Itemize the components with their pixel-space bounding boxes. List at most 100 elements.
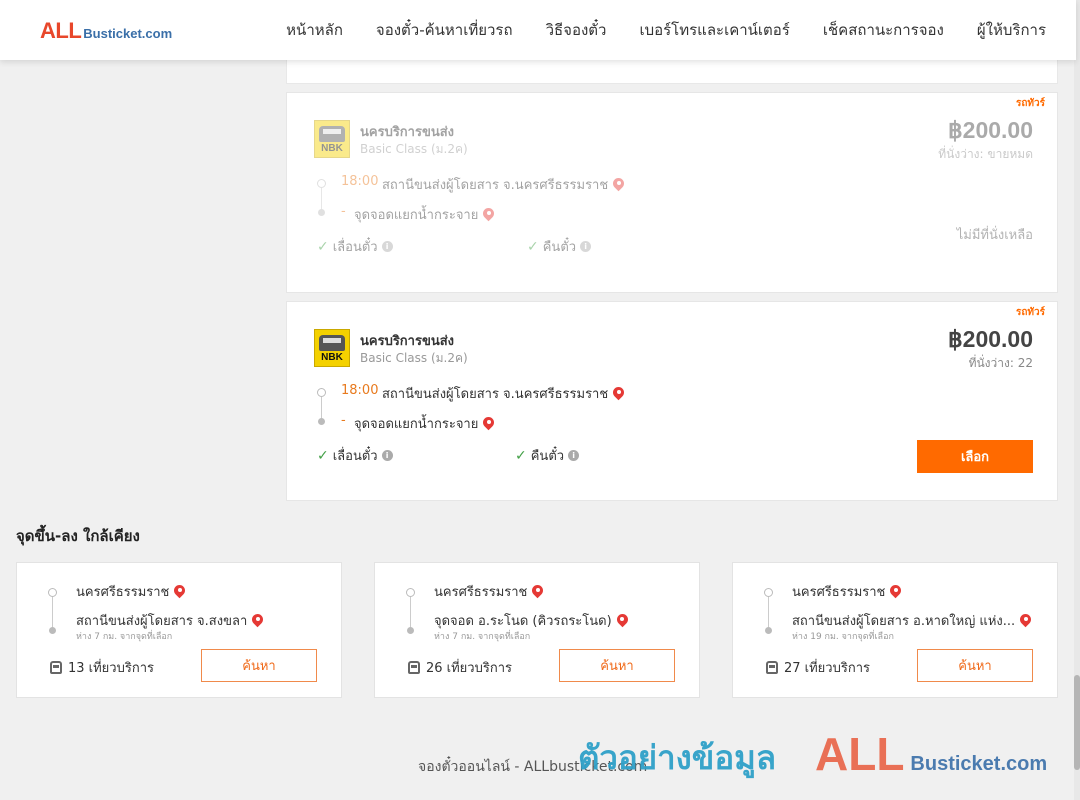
nearby-trip-count: 26 เที่ยวบริการ [408,657,512,678]
bus-type-tag: รถทัวร์ [1015,307,1045,318]
trip-count-label: 26 เที่ยวบริการ [426,661,512,676]
departure-station-name: สถานีขนส่งผู้โดยสาร จ.นครศรีธรรมราช [382,178,609,193]
info-icon[interactable]: i [568,450,580,461]
nearby-to: สถานีขนส่งผู้โดยสาร อ.หาดใหญ่ แห่ง... [792,610,1031,631]
nearby-distance: ห่าง 7 กม. จากจุดที่เลือก [76,632,173,642]
map-pin-icon[interactable] [613,387,624,401]
departure-station-name: สถานีขนส่งผู้โดยสาร จ.นครศรีธรรมราช [382,387,609,402]
feature-change-ticket: ✓ เลื่อนตั๋ว i [317,236,393,257]
info-icon[interactable]: i [381,450,393,461]
feature-label: คืนตั๋ว [542,240,577,255]
feature-refund-ticket: ✓ คืนตั๋ว i [527,236,592,257]
bus-class: Basic Class (ม.2ค) [360,351,468,365]
nearby-search-button[interactable]: ค้นหา [559,649,675,682]
arrival-time: - [341,413,346,428]
timeline-line [52,597,53,629]
nearby-search-button[interactable]: ค้นหา [917,649,1033,682]
map-pin-icon[interactable] [483,208,494,222]
timeline-start-dot [764,588,773,597]
feature-label: เลื่อนตั๋ว [332,449,378,464]
nearby-route-card: นครศรีธรรมราช สถานีขนส่งผู้โดยสาร อ.หาดใ… [732,562,1058,698]
bus-icon [50,661,62,674]
nearby-trip-count: 27 เที่ยวบริการ [766,657,870,678]
main-nav: หน้าหลัก จองตั๋ว-ค้นหาเที่ยวรถ วิธีจองตั… [286,18,1046,42]
operator-name: นครบริการขนส่ง [360,125,455,140]
page-scrollbar[interactable] [1074,0,1080,800]
operator-logo-text: NBK [321,352,343,363]
operator-logo: NBK [314,329,350,367]
nearby-route-card: นครศรีธรรมราช สถานีขนส่งผู้โดยสาร จ.สงขล… [16,562,342,698]
seats-available: ที่นั่งว่าง: ขายหมด [938,147,1033,161]
trip-card: รถทัวร์ NBK นครบริการขนส่ง Basic Class (… [286,92,1058,293]
timeline-start-dot [48,588,57,597]
operator-logo: NBK [314,120,350,158]
timeline-end-dot [765,627,772,634]
arrival-time: - [341,204,346,219]
map-pin-icon[interactable] [252,614,263,628]
info-icon[interactable]: i [381,241,393,252]
nearby-from: นครศรีธรรมราช [792,581,901,602]
map-pin-icon[interactable] [890,585,901,599]
nearby-search-button[interactable]: ค้นหา [201,649,317,682]
departure-station: สถานีขนส่งผู้โดยสาร จ.นครศรีธรรมราช [382,383,624,404]
timeline-start-dot [317,179,326,188]
nav-book-search[interactable]: จองตั๋ว-ค้นหาเที่ยวรถ [376,18,513,42]
nav-phone-counter[interactable]: เบอร์โทรและเคาน์เตอร์ [639,18,789,42]
nearby-from: นครศรีธรรมราช [76,581,185,602]
nav-home[interactable]: หน้าหลัก [286,18,343,42]
logo-busticket: Busticket.com [83,26,173,41]
nearby-from-label: นครศรีธรรมราช [76,585,170,600]
departure-time: 18:00 [341,174,379,189]
timeline-end-dot [49,627,56,634]
nearby-to: จุดจอด อ.ระโนด (คิวรถระโนด) [434,610,628,631]
bus-icon [319,335,345,351]
timeline-end-dot [318,209,325,216]
sold-out-status: ไม่มีที่นั่งเหลือ [956,228,1033,243]
timeline-line [768,597,769,629]
check-icon: ✓ [527,238,539,255]
trip-count-label: 27 เที่ยวบริการ [784,661,870,676]
nearby-to: สถานีขนส่งผู้โดยสาร จ.สงขลา [76,610,263,631]
nearby-route-card: นครศรีธรรมราช จุดจอด อ.ระโนด (คิวรถระโนด… [374,562,700,698]
bus-icon [319,126,345,142]
timeline-end-dot [318,418,325,425]
watermark-logo-busticket: Busticket.com [910,753,1048,775]
scrollbar-thumb[interactable] [1074,675,1080,770]
feature-label: เลื่อนตั๋ว [332,240,378,255]
arrival-station-name: จุดจอดแยกน้ำกระจาย [354,208,479,223]
map-pin-icon[interactable] [174,585,185,599]
check-icon: ✓ [515,447,527,464]
select-trip-button[interactable]: เลือก [917,440,1033,473]
trip-count-label: 13 เที่ยวบริการ [68,661,154,676]
nearby-from-label: นครศรีธรรมราช [434,585,528,600]
site-logo[interactable]: ALL Busticket.com [40,18,172,44]
map-pin-icon[interactable] [532,585,543,599]
info-icon[interactable]: i [580,241,592,252]
nav-check-booking[interactable]: เช็คสถานะการจอง [823,18,944,42]
bus-icon [408,661,420,674]
nav-operators[interactable]: ผู้ให้บริการ [977,18,1046,42]
map-pin-icon[interactable] [1020,614,1031,628]
map-pin-icon[interactable] [483,417,494,431]
arrival-station: จุดจอดแยกน้ำกระจาย [354,204,494,225]
arrival-station: จุดจอดแยกน้ำกระจาย [354,413,494,434]
nav-how-to-book[interactable]: วิธีจองตั๋ว [546,18,607,42]
departure-station: สถานีขนส่งผู้โดยสาร จ.นครศรีธรรมราช [382,174,624,195]
operator-logo-text: NBK [321,143,343,154]
bus-type-tag: รถทัวร์ [1015,98,1045,109]
timeline-start-dot [317,388,326,397]
timeline-line [410,597,411,629]
sample-data-watermark: ตัวอย่างข้อมูล [578,738,777,777]
operator-name: นครบริการขนส่ง [360,334,455,349]
ticket-price: ฿200.00 [948,326,1033,352]
nearby-from: นครศรีธรรมราช [434,581,543,602]
departure-time: 18:00 [341,383,379,398]
map-pin-icon[interactable] [613,178,624,192]
feature-refund-ticket: ✓ คืนตั๋ว i [515,445,580,466]
check-icon: ✓ [317,447,329,464]
feature-change-ticket: ✓ เลื่อนตั๋ว i [317,445,393,466]
top-header: ALL Busticket.com หน้าหลัก จองตั๋ว-ค้นหา… [0,0,1076,60]
nearby-to-label: จุดจอด อ.ระโนด (คิวรถระโนด) [434,614,612,629]
map-pin-icon[interactable] [617,614,628,628]
arrival-station-name: จุดจอดแยกน้ำกระจาย [354,417,479,432]
